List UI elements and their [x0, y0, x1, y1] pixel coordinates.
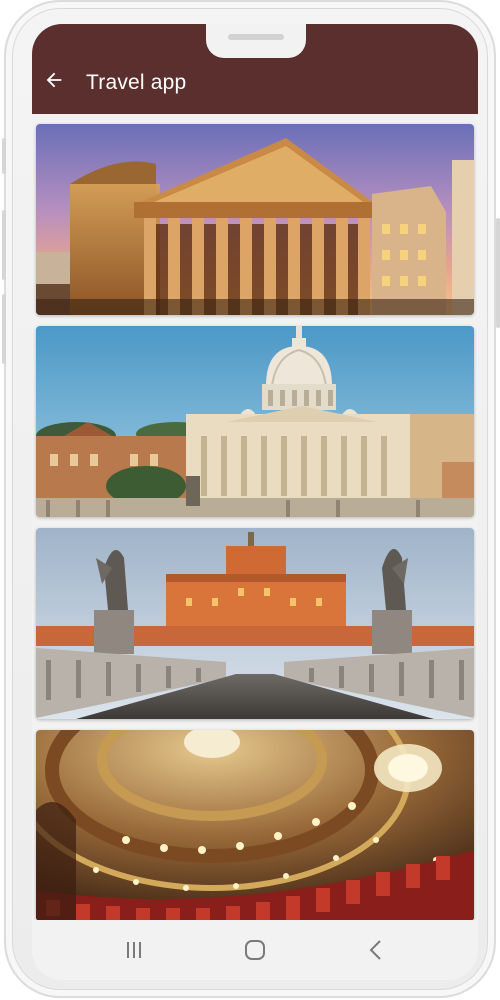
place-card-castel-sant-angelo[interactable] — [36, 528, 474, 719]
phone-frame: Travel app — [2, 0, 500, 998]
speaker-grille — [228, 34, 284, 40]
side-button — [2, 294, 6, 364]
back-button[interactable] — [40, 66, 68, 94]
st-peters-basilica-image — [36, 326, 474, 517]
place-card-st-peters[interactable] — [36, 326, 474, 517]
arrow-left-icon — [46, 72, 62, 88]
chevron-left-icon — [369, 940, 381, 960]
screen: Travel app — [32, 24, 478, 980]
system-nav-bar — [32, 920, 478, 980]
right-button — [496, 218, 500, 328]
power-button — [2, 210, 6, 280]
recents-icon — [127, 942, 141, 958]
castel-sant-angelo-image — [36, 528, 474, 719]
camera-notch — [206, 24, 306, 58]
places-list — [36, 124, 474, 932]
system-back-button[interactable] — [358, 934, 394, 966]
place-card-pantheon[interactable] — [36, 124, 474, 315]
theater-dome-interior-image — [36, 730, 474, 921]
volume-button — [2, 138, 6, 174]
recents-button[interactable] — [116, 934, 152, 966]
home-icon — [245, 940, 265, 960]
app-title: Travel app — [86, 71, 187, 94]
home-button[interactable] — [237, 934, 273, 966]
place-card-theater[interactable] — [36, 730, 474, 921]
pantheon-image — [36, 124, 474, 315]
